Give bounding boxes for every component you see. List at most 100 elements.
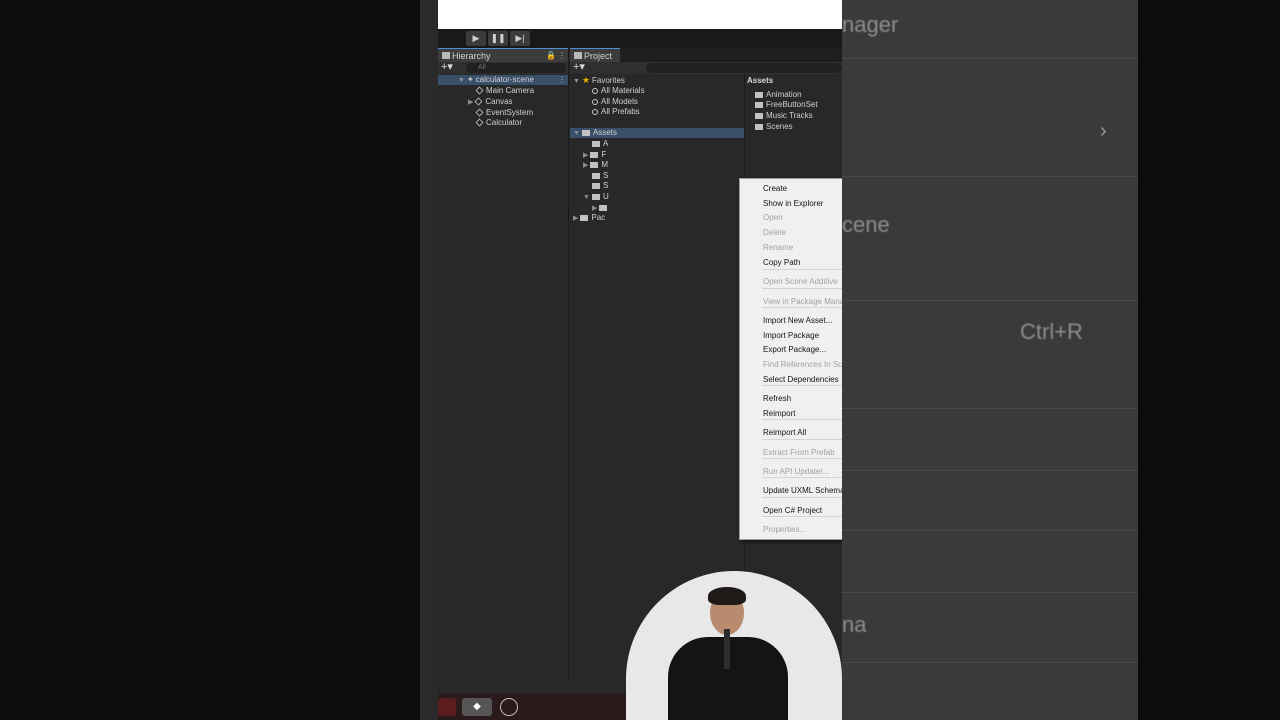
presenter-hair (708, 587, 746, 605)
step-button[interactable]: ▶| (510, 31, 530, 46)
hierarchy-item[interactable]: Calculator (475, 118, 522, 128)
search-icon (592, 108, 598, 115)
menu-item-import-new-asset[interactable]: Import New Asset... (740, 314, 842, 328)
item-label: Scenes (766, 122, 793, 131)
menu-item-reimport-all[interactable]: Reimport All (740, 426, 842, 440)
menu-item-label: Open C# Project (763, 506, 823, 515)
menu-item-label: Extract From Prefab (763, 448, 835, 457)
expand-arrow-icon[interactable]: ▶ (583, 152, 588, 159)
add-icon[interactable]: +▾ (441, 61, 453, 73)
menu-item-export-package[interactable]: Export Package... (740, 343, 842, 357)
folder-icon (590, 161, 599, 168)
folder-icon (592, 182, 600, 189)
scene-row[interactable]: ▼ ✦ calculator-scene ⋮ (438, 75, 568, 85)
hierarchy-item[interactable]: EventSystem (475, 108, 533, 118)
asset-folder[interactable]: Music Tracks (755, 111, 813, 121)
tree-item[interactable]: ▶ M (583, 160, 608, 170)
menu-item-label: Export Package... (763, 345, 827, 354)
lock-icon[interactable]: 🔒 (546, 49, 556, 63)
menu-item-label: Copy Path (763, 258, 801, 267)
menu-item-label: Create (763, 184, 788, 193)
unity-editor: ▶ ❚❚ ▶| Hierarchy 🔒 ⋮ +▾ All ▼ ✦ calculato… (438, 0, 842, 720)
menu-item-copy-path[interactable]: Copy PathAlt+Ctrl+C (740, 256, 842, 270)
play-button[interactable]: ▶ (466, 31, 486, 46)
context-menu: Create› Show in Explorer Open Delete Rename C… (739, 178, 842, 540)
expand-arrow-icon[interactable]: ▼ (583, 194, 590, 201)
menu-item-open-scene-additive: Open Scene Additive (740, 275, 842, 289)
hierarchy-tabbar: Hierarchy 🔒 ⋮ (438, 48, 568, 62)
unity-icon[interactable]: ◆ (462, 698, 492, 716)
item-label: FreeButtonSet (766, 100, 818, 109)
folder-icon (755, 112, 763, 119)
item-label: Assets (592, 128, 617, 137)
menu-item-reimport[interactable]: Reimport (740, 407, 842, 421)
favorites-row[interactable]: ▼ ★ Favorites (573, 75, 625, 85)
menu-item-update-uxml-schema[interactable]: Update UXML Schema (740, 484, 842, 498)
favorites-label: Favorites (592, 76, 625, 85)
favorite-item[interactable]: All Materials (592, 86, 645, 96)
gameobject-icon (475, 118, 484, 127)
project-search-input[interactable] (646, 63, 842, 73)
play-toolbar: ▶ ❚❚ ▶| (438, 29, 842, 48)
add-icon[interactable]: +▾ (573, 61, 585, 73)
item-label: U (602, 192, 609, 201)
blurred-text: Ctrl+R (1020, 319, 1083, 344)
hierarchy-item[interactable]: Main Camera (475, 86, 535, 96)
asset-folder[interactable]: Scenes (755, 122, 793, 132)
asset-folder[interactable]: FreeButtonSet (755, 100, 818, 110)
item-label: S (603, 181, 609, 190)
item-label: All Prefabs (601, 107, 640, 116)
menu-item-open-c-project[interactable]: Open C# Project (740, 504, 842, 518)
assets-root-row[interactable]: ▼ Assets (570, 128, 744, 138)
project-toolbar: +▾ (570, 61, 842, 74)
expand-arrow-icon[interactable]: ▼ (573, 78, 580, 85)
tree-item[interactable]: ▶ (592, 203, 610, 213)
expand-arrow-icon[interactable]: ▶ (573, 215, 578, 222)
tree-item[interactable]: S (592, 171, 608, 181)
menu-item-select-dependencies[interactable]: Select Dependencies (740, 373, 842, 387)
asset-folder[interactable]: Animation (755, 90, 802, 100)
menu-item-label: Reimport (763, 409, 796, 418)
project-tabbar: Project (570, 48, 842, 62)
chevron-right-icon: › (1100, 120, 1107, 142)
expand-arrow-icon[interactable]: ▼ (573, 130, 580, 137)
folder-icon (755, 123, 763, 130)
blurred-text: nager (842, 12, 899, 37)
tab-hierarchy[interactable]: Hierarchy 🔒 ⋮ (438, 48, 568, 62)
menu-item-properties: Properties...Alt+P (740, 523, 842, 537)
tab-label: Project (584, 51, 613, 61)
menu-item-refresh[interactable]: RefreshCtrl+R (740, 392, 842, 406)
expand-arrow-icon[interactable]: ▶ (468, 99, 473, 106)
tree-item[interactable]: S (592, 181, 608, 191)
folder-icon (592, 140, 600, 147)
recording-icon[interactable] (438, 698, 456, 716)
tree-item[interactable]: ▼ U (583, 192, 609, 202)
tab-project[interactable]: Project (570, 48, 620, 62)
favorite-item[interactable]: All Prefabs (592, 107, 640, 117)
item-label: Main Camera (486, 86, 535, 95)
expand-arrow-icon[interactable]: ▶ (592, 205, 597, 212)
tree-item[interactable]: ▶ F (583, 150, 606, 160)
menu-item-label: Rename (763, 243, 794, 252)
tree-item[interactable]: A (592, 139, 608, 149)
item-label: M (601, 160, 609, 169)
kebab-menu-icon[interactable]: ⋮ (558, 75, 566, 85)
pause-button[interactable]: ❚❚ (488, 31, 508, 46)
expand-arrow-icon[interactable]: ▶ (583, 162, 588, 169)
hierarchy-search-input[interactable]: All (466, 63, 566, 73)
favorite-item[interactable]: All Models (592, 97, 638, 107)
tab-label: Hierarchy (452, 51, 491, 61)
menu-item-label: Update UXML Schema (763, 486, 842, 495)
menu-item-import-package[interactable]: Import Package› (740, 329, 842, 343)
obs-icon[interactable] (500, 698, 518, 716)
menu-item-show-in-explorer[interactable]: Show in Explorer (740, 197, 842, 211)
menu-item-create[interactable]: Create› (740, 182, 842, 196)
item-label: All Materials (601, 86, 645, 95)
menu-item-find-references-in-scene: Find References In Scene (740, 358, 842, 372)
hierarchy-item[interactable]: ▶ Canvas (468, 97, 513, 107)
packages-row[interactable]: ▶ Pac (573, 213, 605, 223)
menu-item-label: View in Package Manager (763, 297, 842, 306)
kebab-menu-icon[interactable]: ⋮ (558, 49, 566, 63)
expand-arrow-icon[interactable]: ▼ (458, 77, 465, 84)
folder-open-icon (591, 193, 600, 200)
